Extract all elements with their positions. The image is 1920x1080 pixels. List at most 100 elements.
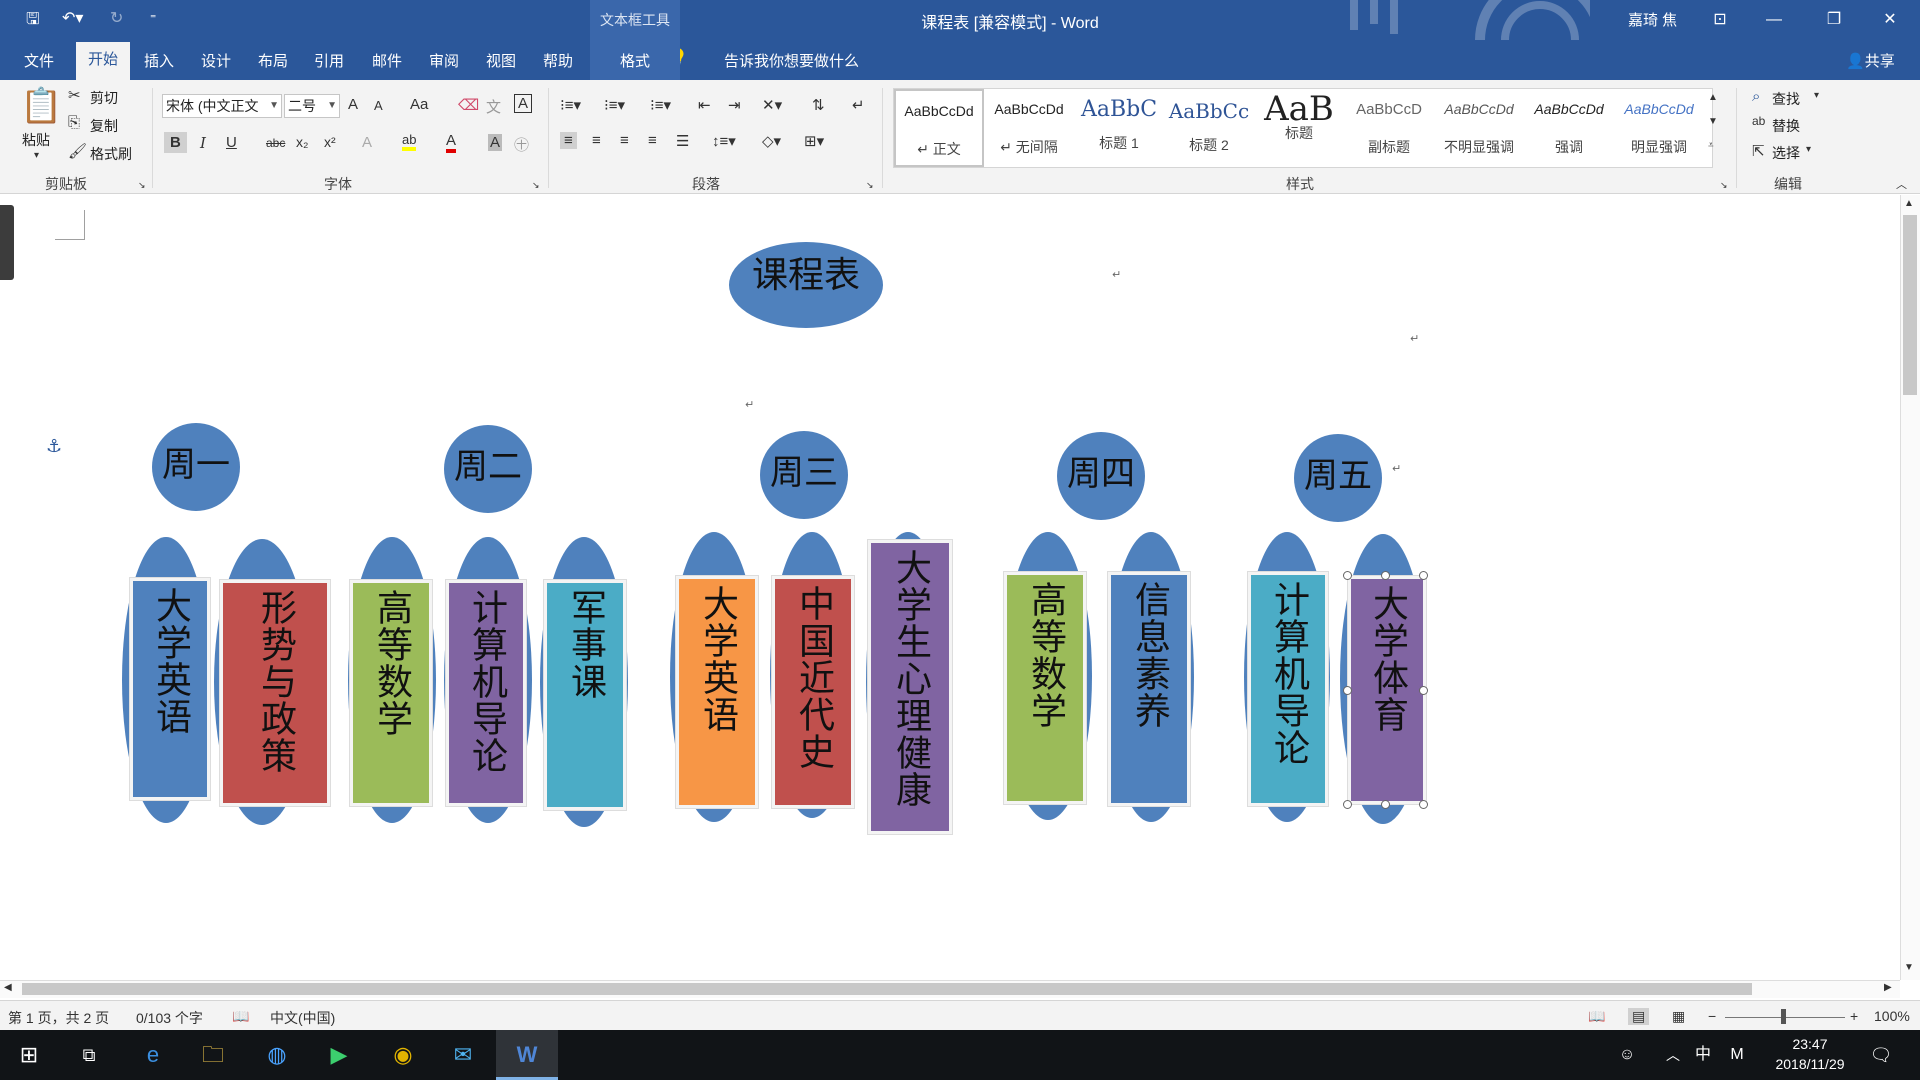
decrease-indent-icon[interactable]: ⇤: [698, 96, 711, 114]
horizontal-scroll-thumb[interactable]: [22, 983, 1752, 995]
file-explorer-icon[interactable]: 🗀: [196, 1038, 230, 1072]
find-dropdown-icon[interactable]: ▾: [1814, 90, 1819, 101]
customize-quick-access-icon[interactable]: ⁼: [150, 11, 156, 25]
bullets-icon[interactable]: ⁝≡▾: [560, 96, 581, 114]
align-right-icon[interactable]: ≡: [620, 132, 629, 149]
page-count[interactable]: 第 1 页，共 2 页: [8, 1008, 109, 1028]
zoom-in-icon[interactable]: +: [1850, 1008, 1858, 1024]
day-tuesday[interactable]: 周二: [444, 425, 532, 513]
superscript-button[interactable]: x²: [324, 134, 336, 150]
character-border-icon[interactable]: A: [514, 94, 533, 113]
vertical-scroll-thumb[interactable]: [1903, 215, 1917, 395]
tab-design[interactable]: 设计: [201, 50, 231, 71]
underline-button[interactable]: U: [226, 134, 237, 151]
web-layout-icon[interactable]: ▦: [1672, 1008, 1685, 1025]
resize-handle[interactable]: [1419, 800, 1428, 809]
tell-me-search[interactable]: 告诉我你想要做什么: [724, 50, 859, 71]
browser-q-icon[interactable]: ◍: [260, 1038, 294, 1072]
cut-button[interactable]: 剪切: [90, 88, 118, 108]
font-name-combo[interactable]: 宋体 (中文正文 ▼: [162, 94, 282, 118]
select-icon[interactable]: ⇱: [1752, 142, 1765, 160]
font-color-icon[interactable]: A: [446, 132, 457, 153]
day-thursday[interactable]: 周四: [1057, 432, 1145, 520]
style-emphasis[interactable]: AaBbCcDd 强调: [1524, 89, 1614, 167]
select-button[interactable]: 选择: [1772, 143, 1800, 163]
strikethrough-button[interactable]: abc: [266, 136, 285, 150]
tab-review[interactable]: 审阅: [429, 50, 459, 71]
gallery-scroll-down-icon[interactable]: ▼: [1708, 116, 1718, 127]
day-wednesday[interactable]: 周三: [760, 431, 848, 519]
style-heading-1[interactable]: AaBbC 标题 1: [1074, 89, 1164, 167]
course-card[interactable]: 大学英语: [130, 578, 210, 800]
scroll-down-icon[interactable]: ▼: [1904, 962, 1914, 973]
schedule-title[interactable]: 课程表: [729, 246, 883, 298]
word-count[interactable]: 0/103 个字: [136, 1008, 203, 1028]
align-left-icon[interactable]: ≡: [560, 132, 577, 149]
select-dropdown-icon[interactable]: ▾: [1806, 144, 1811, 155]
gallery-more-icon[interactable]: ⩡: [1708, 140, 1714, 151]
bold-button[interactable]: B: [164, 132, 187, 153]
resize-handle[interactable]: [1381, 800, 1390, 809]
course-card[interactable]: 形势与政策: [220, 580, 330, 806]
language-indicator[interactable]: 中文(中国): [270, 1008, 335, 1028]
video-player-icon[interactable]: ▶: [322, 1038, 356, 1072]
paste-dropdown-icon[interactable]: ▾: [34, 150, 39, 161]
course-card[interactable]: 信息素养: [1108, 572, 1190, 806]
distributed-icon[interactable]: ☰: [676, 132, 689, 150]
tab-insert[interactable]: 插入: [144, 50, 174, 71]
course-card[interactable]: 军事课: [544, 580, 626, 810]
proofing-icon[interactable]: 📖: [232, 1008, 249, 1025]
replace-button[interactable]: 替换: [1772, 116, 1800, 136]
print-layout-icon[interactable]: ▤: [1628, 1008, 1650, 1025]
tab-format[interactable]: 格式: [590, 50, 680, 71]
word-app-icon[interactable]: W: [510, 1038, 544, 1072]
course-card[interactable]: 计算机导论: [446, 580, 526, 806]
style-heading-2[interactable]: AaBbCc 标题 2: [1164, 89, 1254, 167]
user-name[interactable]: 嘉琦 焦: [1628, 9, 1677, 30]
style-subtle-emphasis[interactable]: AaBbCcDd 不明显强调: [1434, 89, 1524, 167]
subscript-button[interactable]: x₂: [296, 134, 308, 150]
tab-view[interactable]: 视图: [486, 50, 516, 71]
copy-button[interactable]: 复制: [90, 116, 118, 136]
redo-icon[interactable]: ↻: [110, 8, 123, 28]
copy-icon[interactable]: ⎘: [68, 114, 80, 131]
replace-icon[interactable]: ab: [1752, 114, 1765, 128]
course-card[interactable]: 中国近代史: [772, 576, 854, 808]
minimize-button[interactable]: —: [1756, 6, 1792, 34]
navigation-handle[interactable]: [0, 205, 14, 280]
read-mode-icon[interactable]: 📖: [1588, 1008, 1605, 1025]
collapse-ribbon-icon[interactable]: ︿: [1896, 176, 1907, 192]
course-card[interactable]: 高等数学: [1004, 572, 1086, 804]
style-normal[interactable]: AaBbCcDd ↵ 正文: [894, 89, 984, 167]
enclose-characters-icon[interactable]: ㊉: [514, 134, 529, 155]
asian-layout-icon[interactable]: ✕▾: [762, 96, 782, 114]
scroll-up-icon[interactable]: ▲: [1904, 198, 1914, 209]
change-case-icon[interactable]: Aa: [410, 96, 428, 113]
shrink-font-icon[interactable]: A: [374, 98, 383, 113]
styles-launcher-icon[interactable]: ↘: [1720, 180, 1728, 191]
paste-button[interactable]: 粘贴: [22, 130, 50, 150]
gallery-scroll-up-icon[interactable]: ▲: [1708, 92, 1718, 103]
grow-font-icon[interactable]: A: [348, 96, 358, 113]
style-subtitle[interactable]: AaBbCcD 副标题: [1344, 89, 1434, 167]
show-marks-icon[interactable]: ↵: [852, 96, 865, 114]
find-button[interactable]: 查找: [1772, 89, 1800, 109]
ime-mode-indicator[interactable]: M: [1720, 1038, 1754, 1072]
resize-handle[interactable]: [1343, 800, 1352, 809]
format-painter-button[interactable]: 格式刷: [90, 144, 132, 164]
course-card[interactable]: 大学生心理健康: [868, 540, 952, 834]
edge-icon[interactable]: e: [136, 1038, 170, 1072]
undo-icon[interactable]: ↶▾: [62, 8, 83, 28]
line-spacing-icon[interactable]: ↕≡▾: [712, 132, 736, 150]
windows-start-icon[interactable]: ⊞: [12, 1038, 46, 1072]
paragraph-launcher-icon[interactable]: ↘: [866, 180, 874, 191]
ribbon-display-options-icon[interactable]: ⊡: [1702, 6, 1738, 34]
style-no-spacing[interactable]: AaBbCcDd ↵ 无间隔: [984, 89, 1074, 167]
paste-icon[interactable]: 📋: [20, 86, 62, 126]
clock-time[interactable]: 23:47: [1760, 1036, 1860, 1052]
tab-help[interactable]: 帮助: [543, 50, 573, 71]
tab-layout[interactable]: 布局: [258, 50, 288, 71]
numbering-icon[interactable]: ⁝≡▾: [604, 96, 625, 114]
italic-button[interactable]: I: [200, 134, 206, 152]
tab-home[interactable]: 开始: [76, 42, 130, 82]
